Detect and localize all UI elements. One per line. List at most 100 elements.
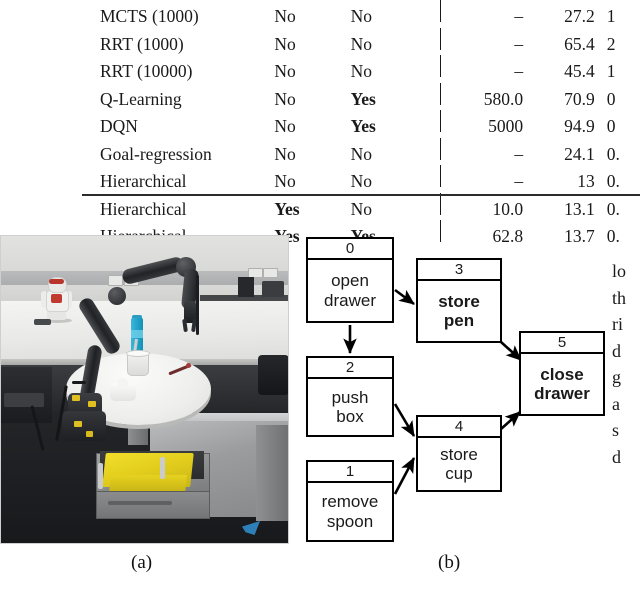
table-row: RRT (10000) No No – 45.4 1	[82, 55, 640, 83]
cell-flag-b: No	[350, 6, 372, 26]
cell-value-3: 0.	[606, 198, 620, 219]
table-row: DQN No Yes 5000 94.9 0	[82, 110, 640, 138]
cell-method: Hierarchical	[100, 198, 187, 219]
column-separator	[426, 55, 455, 83]
column-separator	[426, 0, 455, 28]
diagram-node-label-line1: close	[540, 364, 584, 384]
cell-value-2: 13	[577, 171, 595, 191]
diagram-node-label-line1: push	[331, 387, 369, 407]
diagram-node-label-line1: store	[440, 444, 478, 464]
diagram-node-label: remove spoon	[308, 483, 392, 540]
cell-flag-a: No	[274, 116, 296, 136]
background-equipment	[262, 281, 284, 297]
blue-bottle-label	[131, 330, 143, 338]
diagram-node-id: 4	[418, 417, 500, 438]
white-object-detail	[118, 378, 128, 388]
cell-flag-b: No	[350, 171, 372, 191]
diagram-node-id: 0	[308, 239, 392, 260]
diagram-node-0[interactable]: 0 open drawer	[306, 237, 394, 323]
cell-value-1: 5000	[488, 116, 524, 136]
right-column-text-fragment: lo th ri d g a s d	[612, 258, 640, 470]
cell-value-1: –	[514, 143, 524, 164]
lab-photo-figure-a	[0, 235, 289, 544]
diagram-node-id: 3	[418, 260, 500, 281]
under-bench-box	[4, 393, 44, 407]
robot-arm-yellow-marker	[86, 431, 93, 437]
diagram-edge-0-to-3	[394, 288, 415, 306]
table-row: Hierarchical No No – 13 0.	[82, 165, 640, 193]
diagram-node-label: close drawer	[521, 354, 603, 414]
floor-cable	[72, 381, 86, 384]
cell-value-2: 70.9	[564, 88, 595, 109]
robot-arm-yellow-marker	[74, 421, 82, 427]
diagram-node-5[interactable]: 5 close drawer	[519, 331, 605, 416]
cell-value-2: 65.4	[564, 33, 595, 54]
diagram-node-1[interactable]: 1 remove spoon	[306, 460, 394, 542]
right-column-text-line: th	[612, 287, 627, 308]
diagram-node-3[interactable]: 3 store pen	[416, 258, 502, 343]
column-separator	[426, 110, 455, 138]
table-row: Q-Learning No Yes 580.0 70.9 0	[82, 82, 640, 111]
robot-arm-cable	[196, 275, 199, 335]
right-column-text-line: a	[612, 393, 620, 414]
cell-value-1: –	[514, 33, 524, 54]
cell-value-1: –	[514, 171, 524, 191]
caption-b: (b)	[438, 552, 461, 573]
cell-value-2: 24.1	[564, 143, 595, 164]
right-column-text-line: lo	[612, 261, 627, 281]
diagram-node-label-line2: box	[336, 407, 364, 426]
diagram-edge-3-to-5	[500, 341, 522, 361]
column-separator	[426, 137, 455, 166]
cell-value-3: 0	[606, 116, 616, 136]
column-separator	[426, 27, 455, 56]
wall-socket	[108, 275, 123, 286]
vertical-rule	[439, 55, 441, 77]
nao-robot-visor	[49, 279, 64, 284]
cell-value-1: –	[514, 61, 524, 81]
results-table: MCTS (1000) No No – 27.2 1 RRT (1000) No No – 65.4…	[82, 0, 640, 245]
diagram-node-label-line2: drawer	[324, 290, 376, 310]
cell-method: MCTS (1000)	[100, 6, 199, 26]
right-column-text-line: d	[612, 446, 621, 467]
diagram-node-label: store cup	[418, 438, 500, 490]
diagram-edge-4-to-5	[500, 411, 521, 430]
diagram-node-label: open drawer	[308, 260, 392, 321]
diagram-node-label-line1: store	[438, 291, 480, 311]
office-chair	[258, 355, 289, 395]
results-table-body: MCTS (1000) No No – 27.2 1 RRT (1000) No No – 65.4…	[82, 0, 640, 248]
cell-flag-a: Yes	[274, 198, 300, 219]
right-column-text-line: s	[612, 420, 620, 440]
drawer-handle	[160, 457, 165, 479]
cell-method: RRT (10000)	[100, 61, 193, 81]
diagram-node-label-line2: drawer	[534, 384, 590, 403]
column-separator	[426, 192, 455, 221]
diagram-edge-2-to-4	[393, 403, 416, 437]
diagram-node-label-line2: cup	[445, 464, 473, 483]
cell-method: Goal-regression	[100, 143, 212, 164]
cabinet-side-panel	[256, 425, 288, 521]
drawer-front-panel	[96, 491, 210, 519]
column-separator	[426, 82, 455, 111]
cell-flag-a: No	[274, 6, 296, 26]
diagram-node-2[interactable]: 2 push box	[306, 356, 394, 437]
vertical-rule	[439, 82, 441, 105]
cell-flag-a: No	[274, 88, 296, 109]
cell-method: Q-Learning	[100, 88, 182, 109]
drawer-handle	[98, 463, 103, 489]
right-column-text-line: d	[612, 340, 621, 361]
cell-value-3: 0	[606, 88, 616, 109]
table-row: Hierarchical Yes No 10.0 13.1 0.	[82, 192, 640, 221]
diagram-node-label-line2: spoon	[326, 511, 374, 531]
cell-value-3: 0.	[606, 171, 620, 191]
robot-arm-yellow-marker	[88, 401, 96, 407]
nao-robot-chest-panel	[51, 294, 62, 303]
cell-value-3: 1	[606, 6, 616, 26]
diagram-node-label-line1: open	[331, 271, 369, 291]
diagram-node-4[interactable]: 4 store cup	[416, 415, 502, 492]
diagram-node-label: push box	[308, 379, 392, 435]
cell-value-3: 1	[606, 61, 616, 81]
column-separator	[426, 165, 455, 193]
diagram-node-id: 1	[308, 462, 392, 483]
table-row: MCTS (1000) No No – 27.2 1	[82, 0, 640, 28]
bench-object	[34, 319, 51, 325]
